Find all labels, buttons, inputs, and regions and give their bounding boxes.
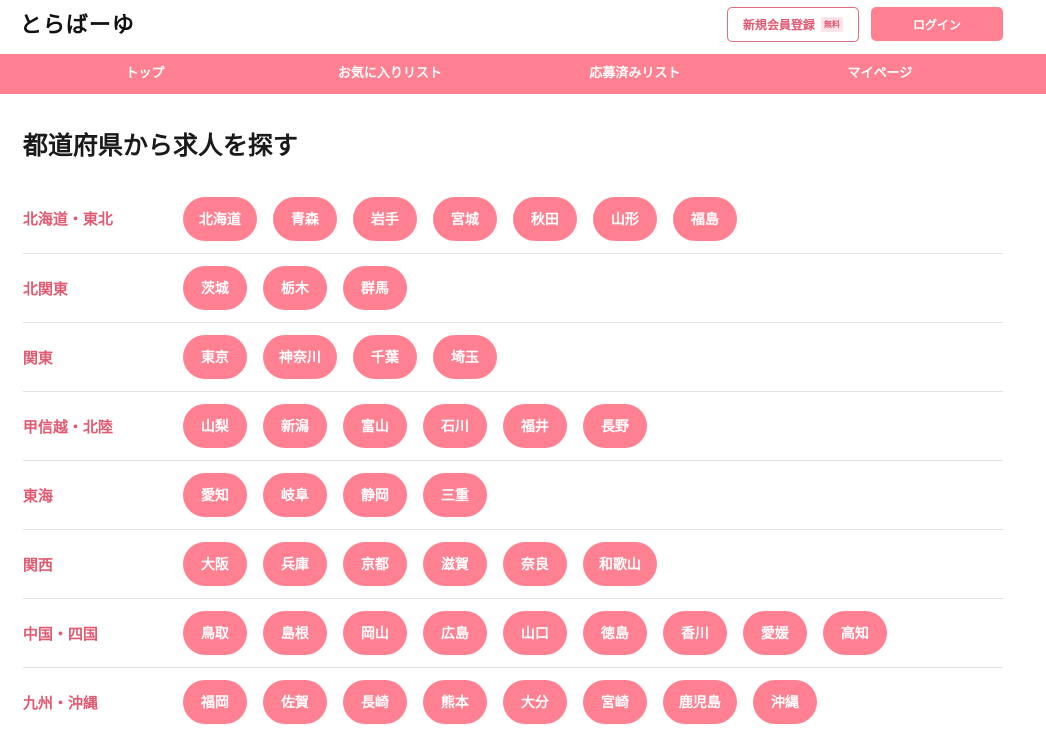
site-header: とらばーゆ 新規会員登録 無料 ログイン: [0, 0, 1046, 54]
prefecture-button[interactable]: 山形: [593, 196, 657, 241]
prefecture-button[interactable]: 北海道: [183, 196, 257, 241]
prefecture-button[interactable]: 富山: [343, 404, 407, 448]
prefecture-button[interactable]: 高知: [823, 611, 887, 655]
prefecture-button[interactable]: 山梨: [183, 404, 247, 448]
region-name: 九州・沖縄: [23, 693, 99, 712]
region-row: 甲信越・北陸 山梨 新潟 富山 石川 福井 長野: [23, 391, 1003, 460]
region-row: 関西 大阪 兵庫 京都 滋賀 奈良 和歌山: [23, 529, 1003, 598]
region-row: 関東 東京 神奈川 千葉 埼玉: [23, 322, 1003, 391]
prefecture-list: 福岡 佐賀 長崎 熊本 大分 宮崎 鹿児島 沖縄: [183, 680, 817, 724]
prefecture-button[interactable]: 静岡: [343, 473, 407, 517]
prefecture-button[interactable]: 秋田: [513, 196, 577, 241]
prefecture-button[interactable]: 宮城: [433, 196, 497, 241]
region-name: 東海: [23, 486, 54, 505]
prefecture-button[interactable]: 鳥取: [183, 611, 247, 655]
region-row: 北関東 茨城 栃木 群馬: [23, 253, 1003, 322]
prefecture-button[interactable]: 新潟: [263, 404, 327, 448]
prefecture-list: 大阪 兵庫 京都 滋賀 奈良 和歌山: [183, 542, 657, 586]
prefecture-button[interactable]: 福岡: [183, 680, 247, 724]
prefecture-button[interactable]: 奈良: [503, 542, 567, 586]
prefecture-button[interactable]: 愛知: [183, 473, 247, 517]
prefecture-button[interactable]: 長野: [583, 404, 647, 448]
nav-item-mypage[interactable]: マイページ: [848, 54, 913, 94]
prefecture-list: 北海道 青森 岩手 宮城 秋田 山形 福島: [183, 196, 737, 241]
region-row: 東海 愛知 岐阜 静岡 三重: [23, 460, 1003, 529]
prefecture-button[interactable]: 愛媛: [743, 611, 807, 655]
region-name: 甲信越・北陸: [23, 417, 114, 436]
prefecture-list: 茨城 栃木 群馬: [183, 266, 407, 310]
nav-item-favorites[interactable]: お気に入りリスト: [338, 54, 442, 94]
prefecture-button[interactable]: 青森: [273, 196, 337, 241]
prefecture-button[interactable]: 神奈川: [263, 335, 337, 379]
prefecture-button[interactable]: 佐賀: [263, 680, 327, 724]
region-name: 中国・四国: [23, 624, 99, 643]
prefecture-button[interactable]: 香川: [663, 611, 727, 655]
site-logo[interactable]: とらばーゆ: [20, 10, 135, 40]
region-list: 北海道・東北 北海道 青森 岩手 宮城 秋田 山形 福島北関東 茨城 栃木 群馬関東 東京 神奈川 千葉埼…: [23, 184, 1003, 736]
free-badge: 無料: [821, 17, 843, 32]
register-button[interactable]: 新規会員登録 無料: [727, 7, 859, 42]
prefecture-button[interactable]: 福井: [503, 404, 567, 448]
region-name: 関東: [23, 348, 54, 367]
prefecture-button[interactable]: 京都: [343, 542, 407, 586]
prefecture-button[interactable]: 大阪: [183, 542, 247, 586]
prefecture-button[interactable]: 広島: [423, 611, 487, 655]
prefecture-button[interactable]: 沖縄: [753, 680, 817, 724]
prefecture-button[interactable]: 群馬: [343, 266, 407, 310]
prefecture-button[interactable]: 滋賀: [423, 542, 487, 586]
prefecture-button[interactable]: 三重: [423, 473, 487, 517]
login-button[interactable]: ログイン: [871, 7, 1003, 41]
prefecture-list: 愛知 岐阜 静岡 三重: [183, 473, 487, 517]
prefecture-button[interactable]: 栃木: [263, 266, 327, 310]
prefecture-button[interactable]: 山口: [503, 611, 567, 655]
prefecture-button[interactable]: 石川: [423, 404, 487, 448]
region-name: 北関東: [23, 279, 69, 298]
prefecture-button[interactable]: 和歌山: [583, 542, 657, 586]
prefecture-button[interactable]: 埼玉: [433, 335, 497, 379]
prefecture-button[interactable]: 岡山: [343, 611, 407, 655]
region-name: 北海道・東北: [23, 210, 114, 228]
prefecture-button[interactable]: 岐阜: [263, 473, 327, 517]
prefecture-button[interactable]: 長崎: [343, 680, 407, 724]
prefecture-button[interactable]: 徳島: [583, 611, 647, 655]
prefecture-list: 鳥取 島根 岡山 広島 山口 徳島 香川 愛媛 高知: [183, 611, 887, 655]
nav-item-top[interactable]: トップ: [125, 54, 164, 94]
prefecture-button[interactable]: 茨城: [183, 266, 247, 310]
nav-item-applied[interactable]: 応募済みリスト: [589, 54, 680, 94]
prefecture-button[interactable]: 岩手: [353, 196, 417, 241]
prefecture-list: 東京 神奈川 千葉 埼玉: [183, 335, 497, 379]
region-row: 九州・沖縄 福岡 佐賀 長崎 熊本 大分 宮崎 鹿児島 沖縄: [23, 667, 1003, 736]
main-nav: トップ お気に入りリスト 応募済みリスト マイページ: [0, 54, 1046, 94]
prefecture-button[interactable]: 東京: [183, 335, 247, 379]
prefecture-button[interactable]: 福島: [673, 196, 737, 241]
prefecture-list: 山梨 新潟 富山 石川 福井 長野: [183, 404, 647, 448]
prefecture-button[interactable]: 熊本: [423, 680, 487, 724]
prefecture-button[interactable]: 宮崎: [583, 680, 647, 724]
prefecture-button[interactable]: 兵庫: [263, 542, 327, 586]
region-name: 関西: [23, 555, 54, 574]
region-row: 中国・四国 鳥取 島根 岡山 広島 山口 徳島 香川 愛媛 高知: [23, 598, 1003, 667]
prefecture-button[interactable]: 鹿児島: [663, 680, 737, 724]
region-row: 北海道・東北 北海道 青森 岩手 宮城 秋田 山形 福島: [23, 184, 1003, 253]
prefecture-button[interactable]: 千葉: [353, 335, 417, 379]
page-title: 都道府県から求人を探す: [23, 131, 299, 160]
register-button-label: 新規会員登録: [742, 18, 815, 32]
prefecture-button[interactable]: 島根: [263, 611, 327, 655]
prefecture-button[interactable]: 大分: [503, 680, 567, 724]
